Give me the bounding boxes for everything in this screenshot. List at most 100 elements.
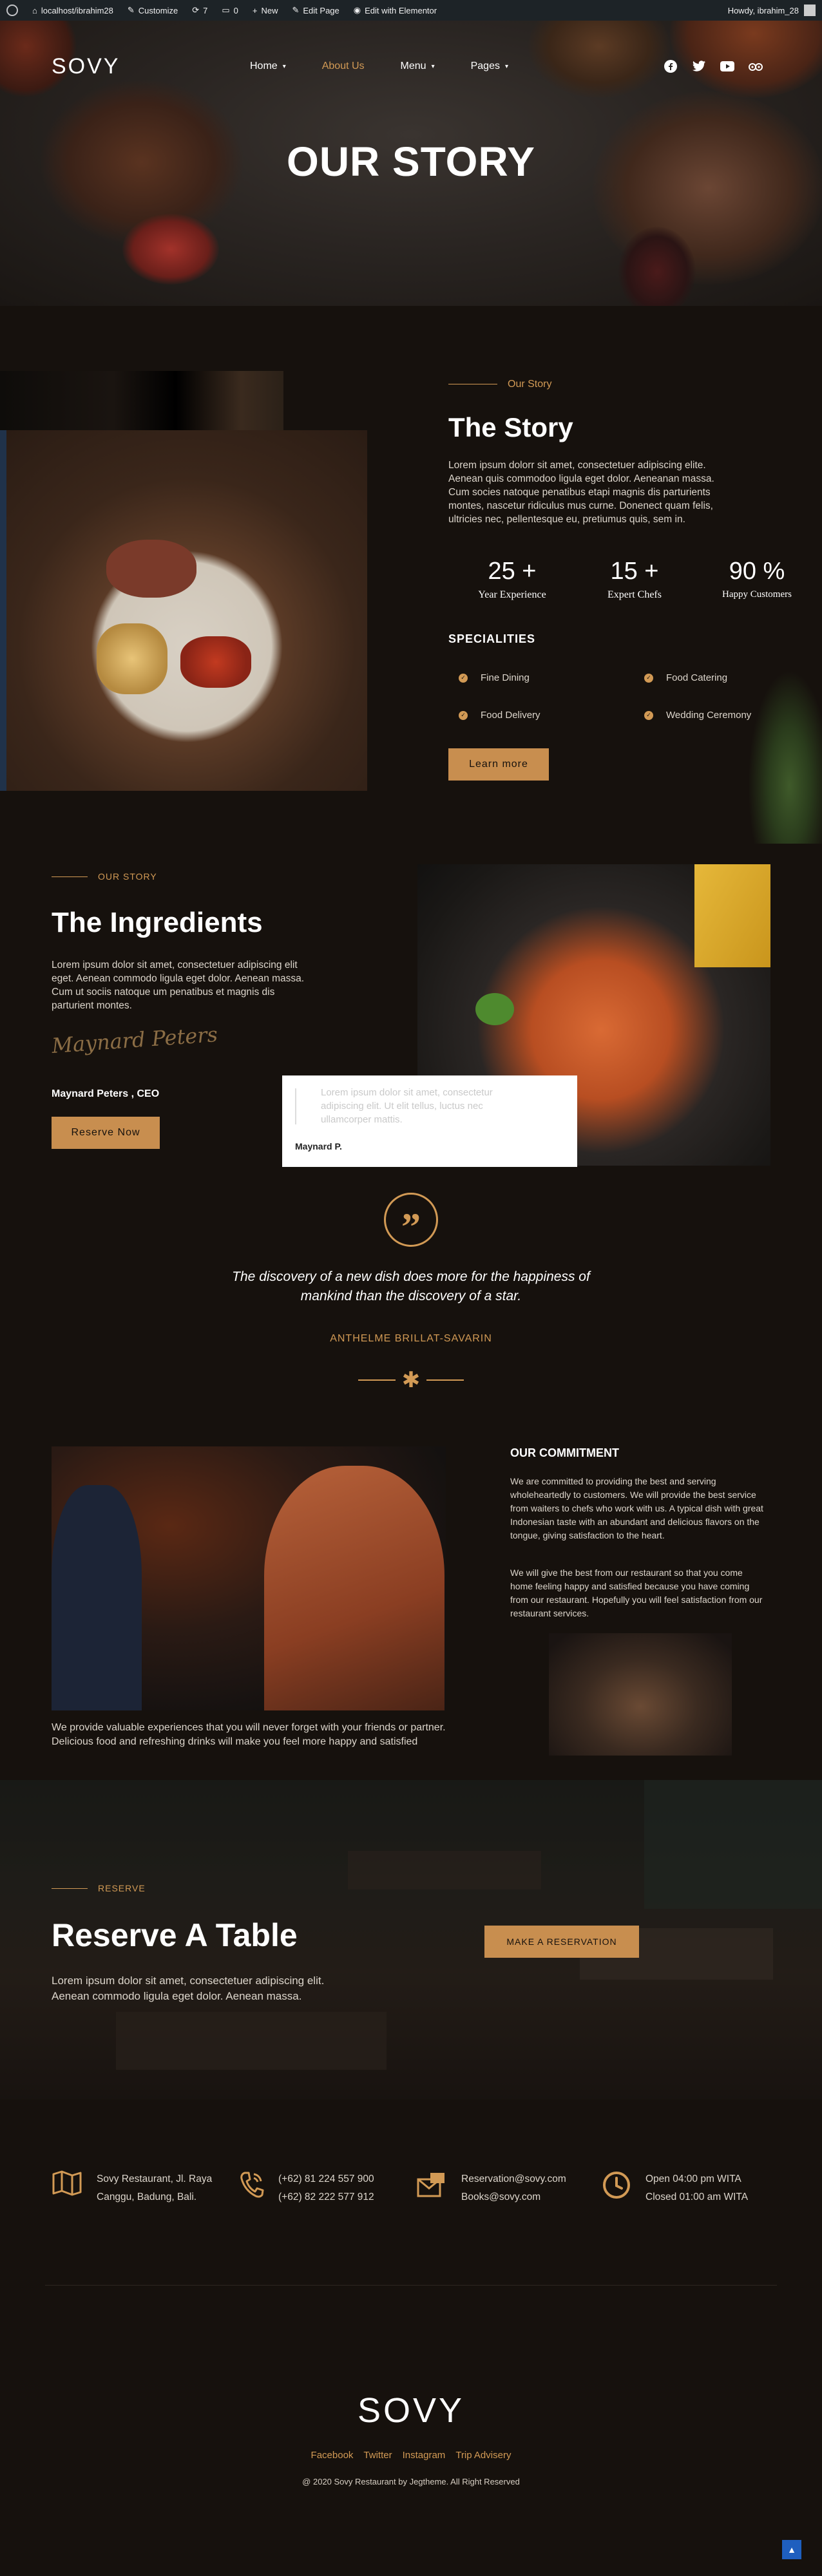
contact-hours: Open 04:00 pm WITA Closed 01:00 am WITA [602,2170,748,2206]
check-icon: ✓ [644,710,653,720]
signature-image: Maynard Peters [50,1022,219,1058]
comments-link[interactable]: ▭ 0 [222,5,238,15]
check-icon: ✓ [459,673,468,683]
hero-food-image [122,214,219,285]
phone-icon [238,2170,264,2206]
updates-link[interactable]: ⟳ 7 [192,5,207,15]
speciality-item: ✓ Food Catering [644,672,727,683]
elementor-link[interactable]: ◉ Edit with Elementor [354,5,437,15]
tripadvisor-icon[interactable] [749,59,763,73]
learn-more-button[interactable]: Learn more [448,748,549,781]
card-quote-bar [295,1088,296,1124]
story-title: The Story [448,412,573,442]
stat-label: Expert Chefs [607,589,662,600]
ingredients-eyebrow: OUR STORY [52,871,157,883]
nav-item-pages[interactable]: Pages ▾ [471,61,508,72]
potatoes [97,623,167,694]
pencil-icon: ✎ [292,5,300,15]
divider-ornament: ✱ [358,1369,464,1391]
admin-bar: ⌂ localhost/ibrahim28 ✎ Customize ⟳ 7 ▭ 0 + N… [0,0,822,21]
footer-logo[interactable]: SOVY [0,2391,822,2430]
contact-address: Sovy Restaurant, Jl. Raya Canggu, Badung,… [52,2170,212,2206]
new-link[interactable]: + New [253,6,278,15]
twitter-icon[interactable] [692,59,706,73]
reserve-now-button[interactable]: Reserve Now [52,1117,160,1149]
main-nav: Home ▾ About Us Menu ▾ Pages ▾ [250,61,508,72]
reserve-title: Reserve A Table [52,1917,298,1953]
quote-text: The discovery of a new dish does more fo… [232,1269,590,1303]
card-name: Maynard P. [295,1141,342,1151]
stat-number: 15 + [610,558,659,585]
footer-link-twitter[interactable]: Twitter [363,2450,392,2461]
woman-hair [264,1466,444,1710]
check-icon: ✓ [459,710,468,720]
stat-label: Year Experience [478,589,546,600]
commitment-caption: We provide valuable experiences that you… [52,1722,446,1747]
make-reservation-button[interactable]: MAKE A RESERVATION [484,1926,639,1958]
check-icon: ✓ [644,673,653,683]
specialities-title: SPECIALITIES [448,632,536,645]
footer-link-trip-advisery[interactable]: Trip Advisery [455,2450,511,2461]
chevron-down-icon: ▾ [431,62,435,70]
site-logo[interactable]: SOVY [52,54,120,79]
nav-item-home[interactable]: Home ▾ [250,61,286,72]
social-links [664,59,763,73]
nav-item-about-us[interactable]: About Us [322,61,365,72]
footer-divider [45,2285,777,2286]
ingredients-body: Lorem ipsum dolor sit amet, consectetuer… [52,960,305,1011]
steak-dish-image [6,430,367,791]
stat-customers: 90 % Happy Customers [696,558,818,600]
page-title: OUR STORY [287,138,535,185]
stat-number: 25 + [488,558,537,585]
map-icon [52,2170,82,2206]
stat-years: 25 + Year Experience [451,558,573,601]
commitment-paragraph-2: We will give the best from our restauran… [510,1567,763,1618]
quote-author: ANTHELME BRILLAT-SAVARIN [330,1333,492,1344]
chevron-up-icon: ▲ [787,2544,796,2555]
facebook-icon[interactable] [664,59,678,73]
tomatoes [180,636,251,688]
eyebrow-line [52,1888,88,1889]
footer-link-instagram[interactable]: Instagram [403,2450,446,2461]
scroll-top-button[interactable]: ▲ [782,2540,801,2559]
hero-food-image [528,21,670,98]
ingredients-title: The Ingredients [52,907,263,938]
restaurant-image [0,371,283,430]
comment-icon: ▭ [222,5,230,15]
stat-chefs: 15 + Expert Chefs [573,558,696,601]
customize-link[interactable]: ✎ Customize [128,5,178,15]
footer-links: Facebook Twitter Instagram Trip Advisery [0,2450,822,2461]
reserve-eyebrow: RESERVE [52,1883,146,1895]
elementor-icon: ◉ [353,5,361,15]
clock-icon [602,2170,631,2206]
speciality-item: ✓ Wedding Ceremony [644,710,751,721]
basil [475,993,514,1025]
edit-page-link[interactable]: ✎ Edit Page [292,5,339,15]
speciality-item: ✓ Fine Dining [459,672,530,683]
eyebrow-line [52,876,88,878]
herb-decoration [741,650,822,844]
decor-strip [0,430,6,791]
wordpress-icon [6,5,18,16]
chevron-down-icon: ▾ [282,62,286,70]
wordpress-logo-link[interactable] [6,5,18,16]
dining-couple-image [52,1446,446,1710]
nav-item-menu[interactable]: Menu ▾ [401,61,435,72]
footer-link-facebook[interactable]: Facebook [311,2450,354,2461]
story-body: Lorem ipsum dolorr sit amet, consectetue… [448,460,714,525]
reserve-section: RESERVE Reserve A Table Lorem ipsum dolo… [0,1780,822,2099]
chevron-down-icon: ▾ [504,62,508,70]
pasta [694,864,770,967]
mail-icon [416,2170,447,2206]
commitment-title: OUR COMMITMENT [510,1446,619,1459]
stat-label: Happy Customers [722,589,792,600]
avatar [804,5,816,16]
home-icon: ⌂ [32,5,37,15]
contact-phone: (+62) 81 224 557 900 (+62) 82 222 577 912 [238,2170,374,2206]
site-link[interactable]: ⌂ localhost/ibrahim28 [32,6,113,15]
story-eyebrow: Our Story [448,379,551,390]
asterisk-icon: ✱ [401,1368,421,1392]
youtube-icon[interactable] [720,59,734,73]
account-menu[interactable]: Howdy, ibrahim_28 [728,5,816,16]
contact-email: Reservation@sovy.com Books@sovy.com [416,2170,566,2206]
